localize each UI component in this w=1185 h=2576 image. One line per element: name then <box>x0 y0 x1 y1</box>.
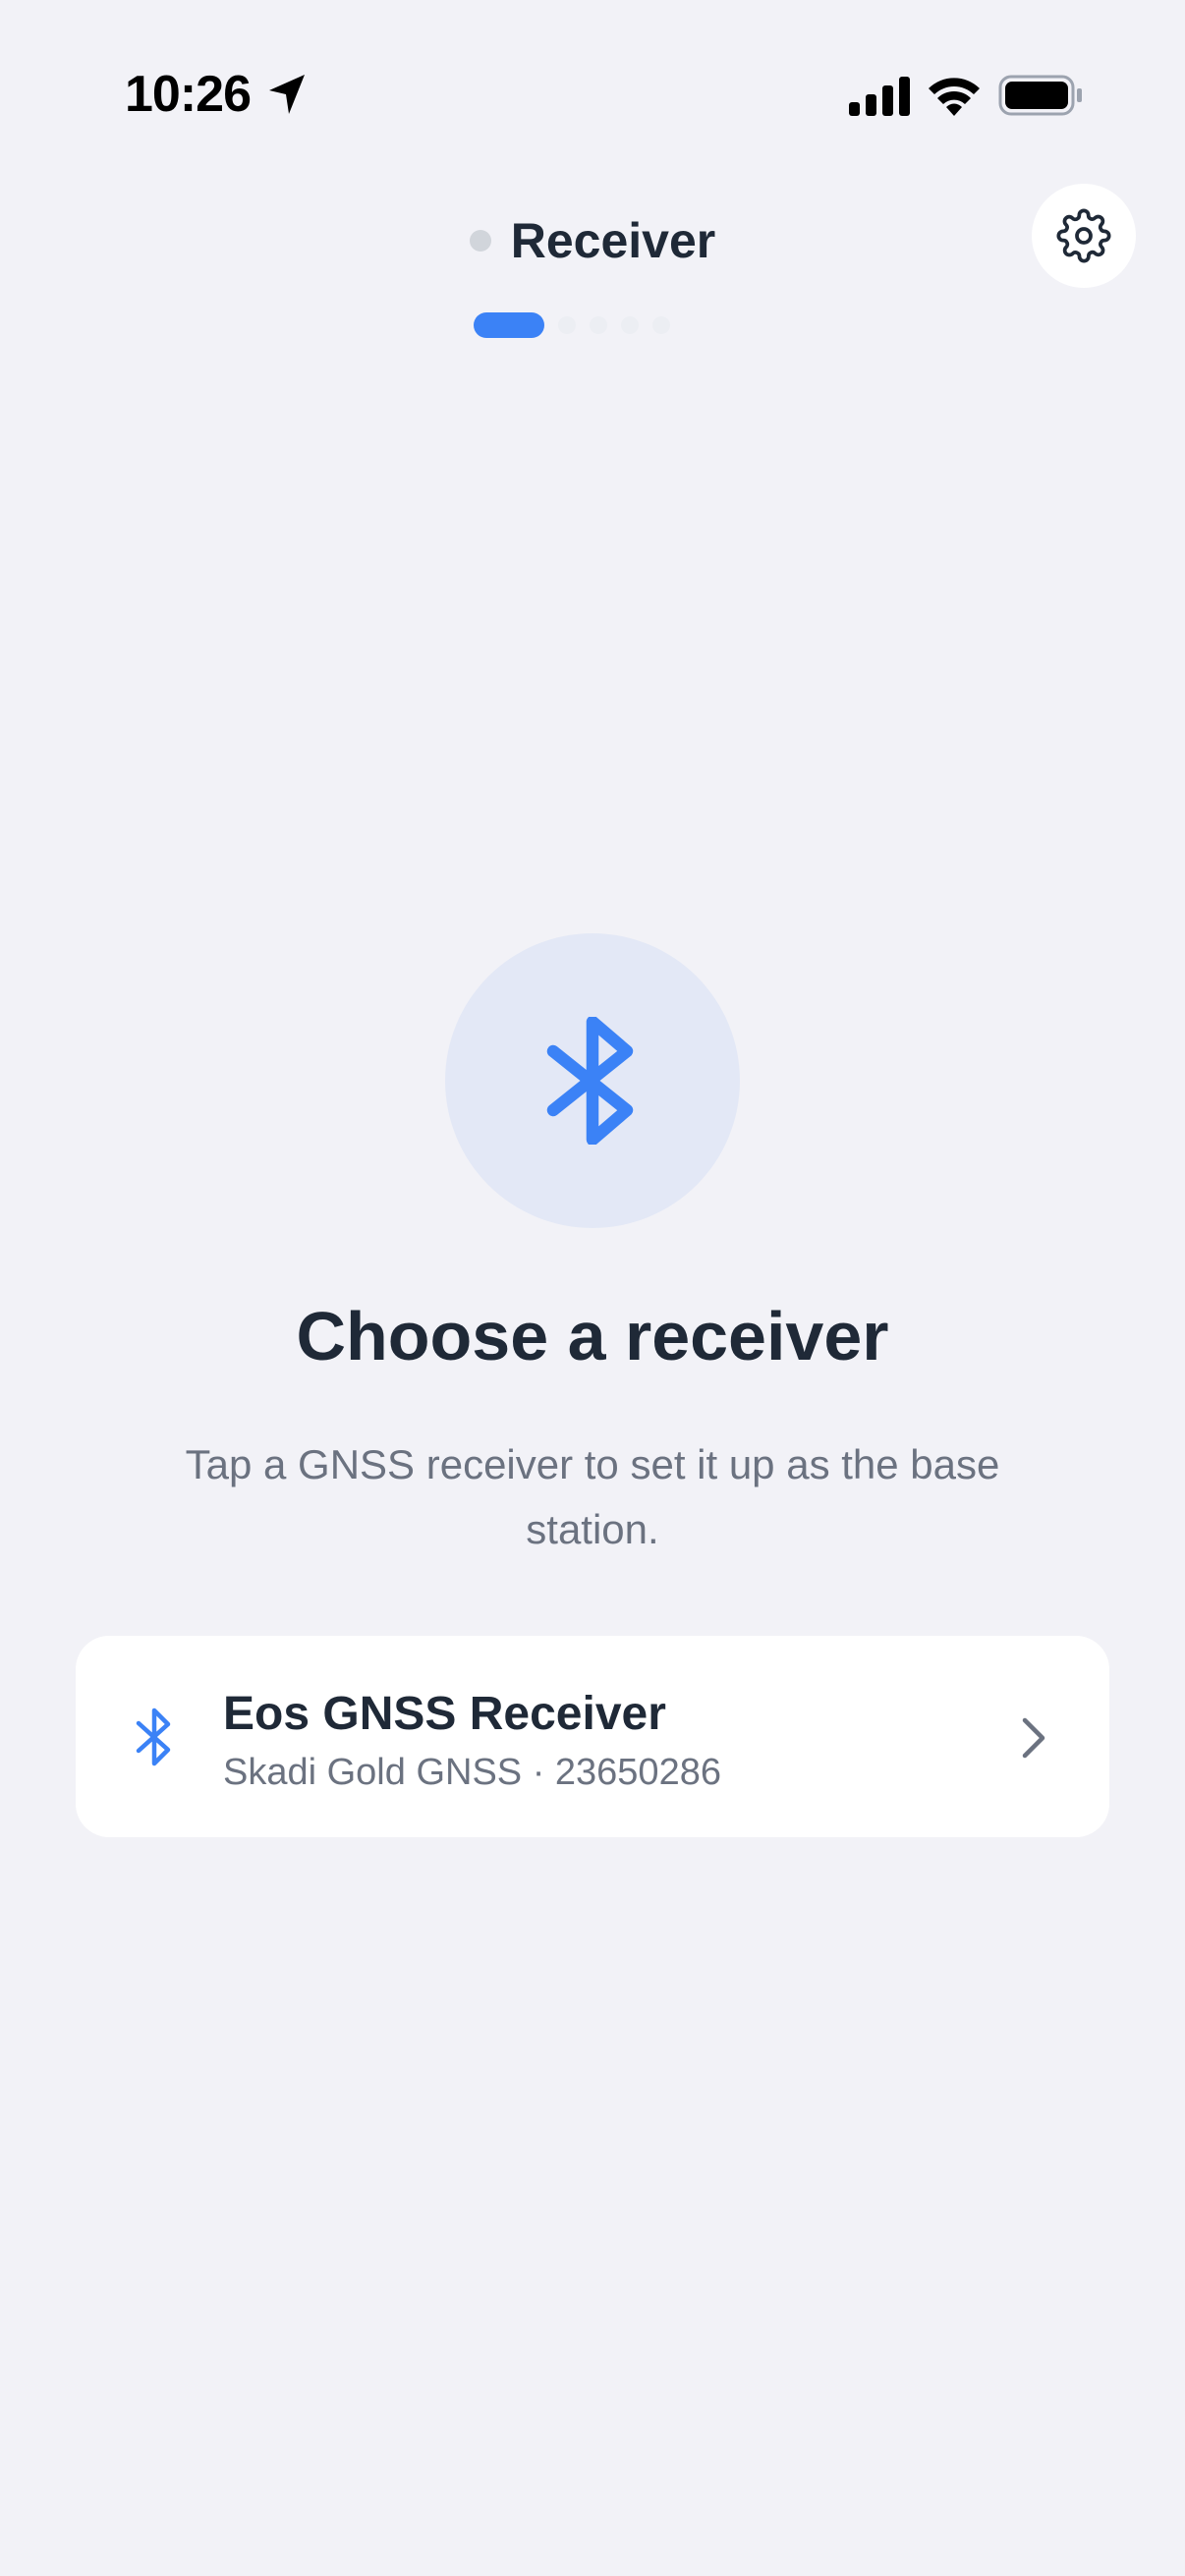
cellular-signal-icon <box>849 77 910 116</box>
receiver-list-item[interactable]: Eos GNSS Receiver Skadi Gold GNSS · 2365… <box>76 1636 1109 1837</box>
battery-icon <box>998 75 1082 116</box>
status-bar: 10:26 <box>0 0 1185 187</box>
wifi-icon <box>929 78 980 116</box>
receiver-name: Eos GNSS Receiver <box>223 1688 666 1740</box>
step-progress-indicator <box>474 312 670 338</box>
step-title: Receiver <box>510 213 716 268</box>
receiver-detail: Skadi Gold GNSS · 23650286 <box>223 1752 721 1793</box>
page-subtitle: Tap a GNSS receiver to set it up as the … <box>185 1441 1000 1552</box>
progress-step <box>652 316 670 334</box>
hero-bluetooth-badge <box>445 933 740 1228</box>
step-header: Receiver <box>0 201 1185 280</box>
bluetooth-icon <box>136 1708 171 1766</box>
status-time: 10:26 <box>125 66 252 123</box>
progress-step <box>558 316 576 334</box>
gear-icon <box>1056 208 1111 263</box>
progress-step-active <box>474 312 544 338</box>
chevron-right-icon <box>1022 1717 1045 1759</box>
page-heading: Choose a receiver <box>296 1298 889 1374</box>
settings-button[interactable] <box>1032 184 1136 288</box>
step-status-dot <box>469 230 491 252</box>
progress-step <box>590 316 607 334</box>
location-arrow-icon <box>269 75 305 114</box>
bluetooth-icon <box>546 1017 634 1145</box>
progress-step <box>621 316 639 334</box>
